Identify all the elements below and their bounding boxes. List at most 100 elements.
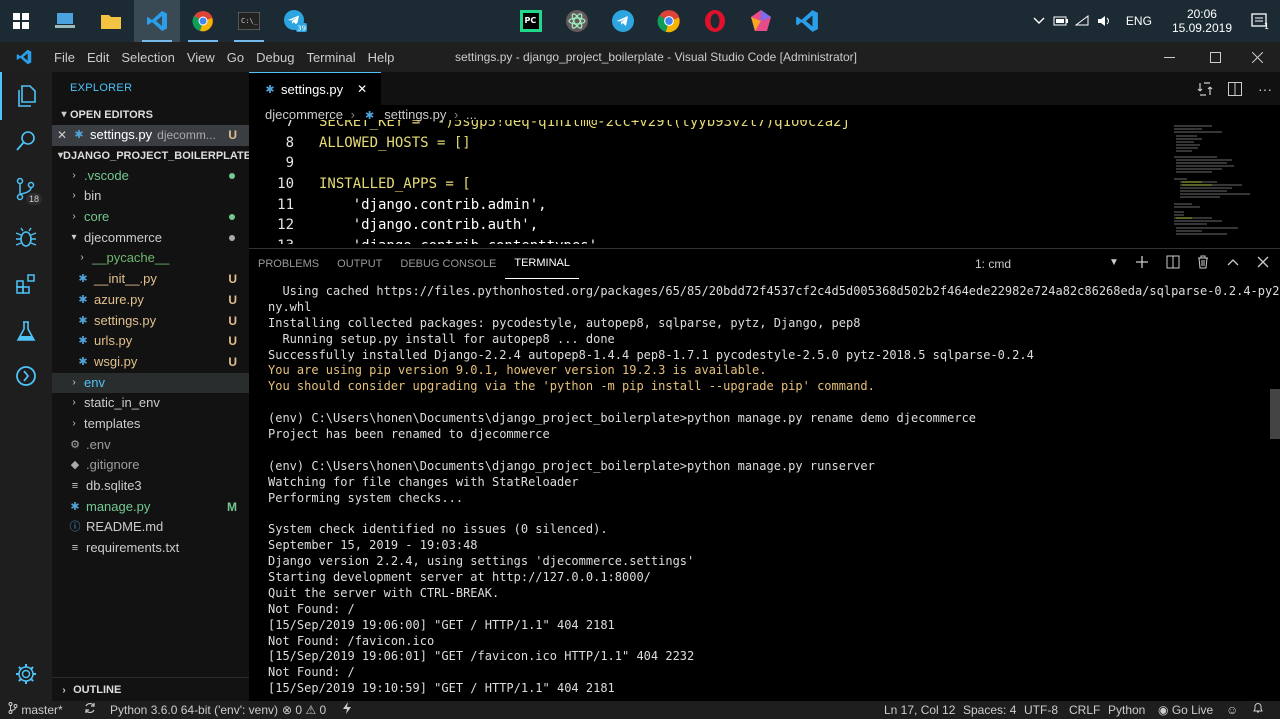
open-changes-icon[interactable]	[1190, 81, 1220, 97]
tree-item[interactable]: ✱ urls.py U	[52, 331, 249, 352]
menu-debug[interactable]: Debug	[250, 50, 300, 65]
tree-item[interactable]: ⚙ .env	[52, 435, 249, 456]
terminal-select[interactable]: 1: cmd	[975, 257, 1011, 271]
cmd-icon[interactable]: C:\_	[226, 0, 272, 42]
menu-file[interactable]: File	[48, 50, 81, 65]
new-terminal-icon[interactable]	[1135, 255, 1149, 272]
menu-view[interactable]: View	[181, 50, 221, 65]
lightning-icon[interactable]	[342, 702, 352, 718]
tab-debug-console[interactable]: DEBUG CONSOLE	[391, 249, 505, 279]
minimize-button[interactable]	[1146, 42, 1192, 72]
atom-icon[interactable]	[554, 0, 600, 42]
tab-problems[interactable]: PROBLEMS	[249, 249, 328, 279]
tree-item[interactable]: ✱ __init__.py U	[52, 269, 249, 290]
close-tab-icon[interactable]: ✕	[357, 82, 367, 96]
battery-icon[interactable]	[1050, 0, 1072, 42]
menu-terminal[interactable]: Terminal	[300, 50, 361, 65]
split-editor-icon[interactable]	[1220, 81, 1250, 97]
tree-item[interactable]: ≡ requirements.txt	[52, 538, 249, 559]
close-icon[interactable]: ✕	[52, 125, 72, 146]
maximize-panel-icon[interactable]	[1226, 255, 1240, 272]
telegram-icon[interactable]	[600, 0, 646, 42]
tree-item[interactable]: › env	[52, 372, 249, 394]
menu-help[interactable]: Help	[362, 50, 401, 65]
opera-icon[interactable]	[692, 0, 738, 42]
extensions-icon[interactable]	[0, 260, 52, 308]
go-live-button[interactable]: ◉ Go Live	[1158, 702, 1213, 718]
tree-item[interactable]: › core	[52, 207, 249, 228]
windows-start-icon[interactable]	[0, 0, 42, 42]
tab-settings[interactable]: ✱ settings.py ✕	[249, 72, 382, 105]
search-icon[interactable]	[0, 117, 52, 165]
terminal-scrollbar[interactable]	[1270, 389, 1280, 439]
open-editor-settings[interactable]: ✕ ✱ settings.py djecomm... U	[52, 125, 249, 146]
explorer-icon[interactable]	[0, 72, 52, 120]
more-actions-icon[interactable]: ···	[1250, 81, 1280, 97]
minimap[interactable]	[1172, 124, 1252, 248]
tree-item[interactable]: ≡ db.sqlite3	[52, 476, 249, 497]
terminal-output[interactable]: Using cached https://files.pythonhosted.…	[268, 284, 1280, 697]
language-indicator[interactable]: ENG	[1116, 14, 1162, 28]
cursor-position[interactable]: Ln 17, Col 12	[884, 702, 955, 718]
tree-item-label: wsgi.py	[94, 353, 138, 369]
tree-item[interactable]: › templates	[52, 414, 249, 435]
indentation[interactable]: Spaces: 4	[963, 702, 1016, 718]
wifi-icon[interactable]	[1072, 0, 1094, 42]
settings-gear-icon[interactable]	[0, 650, 52, 698]
live-share-icon[interactable]	[0, 352, 52, 400]
close-panel-icon[interactable]	[1256, 255, 1270, 272]
vscode-icon[interactable]	[134, 0, 180, 42]
test-flask-icon[interactable]	[0, 308, 52, 356]
tree-item[interactable]: ✱ manage.py M	[52, 497, 249, 518]
maximize-button[interactable]	[1192, 42, 1238, 72]
file-explorer-icon[interactable]	[88, 0, 134, 42]
tree-item[interactable]: › __pycache__	[52, 248, 249, 269]
tab-output[interactable]: OUTPUT	[328, 249, 391, 279]
tab-terminal[interactable]: TERMINAL	[505, 249, 579, 279]
tree-item[interactable]: › static_in_env	[52, 393, 249, 414]
python-interpreter[interactable]: Python 3.6.0 64-bit ('env': venv)	[110, 702, 278, 718]
menu-selection[interactable]: Selection	[115, 50, 180, 65]
vscode-icon[interactable]	[784, 0, 830, 42]
trash-icon[interactable]	[1196, 255, 1210, 272]
pc-icon[interactable]	[42, 0, 88, 42]
system-tray: ENG 20:06 15.09.2019 1	[1028, 0, 1280, 42]
tree-item[interactable]: ▾ djecommerce	[52, 228, 249, 249]
debug-icon[interactable]	[0, 213, 52, 261]
tree-item[interactable]: › .vscode	[52, 166, 249, 187]
chrome-icon[interactable]	[180, 0, 226, 42]
open-editors-section[interactable]: ▾ OPEN EDITORS	[52, 105, 249, 125]
close-window-button[interactable]	[1234, 42, 1280, 72]
tree-item[interactable]: › bin	[52, 186, 249, 207]
split-terminal-icon[interactable]	[1166, 255, 1180, 272]
language-mode[interactable]: Python	[1108, 702, 1145, 718]
tree-item[interactable]: ✱ settings.py U	[52, 311, 249, 332]
tab-label: settings.py	[281, 81, 344, 97]
notifications-bell-icon[interactable]	[1252, 702, 1264, 718]
encoding[interactable]: UTF-8	[1024, 702, 1058, 718]
volume-icon[interactable]	[1094, 0, 1116, 42]
menu-go[interactable]: Go	[221, 50, 250, 65]
tree-item[interactable]: ⓘ README.md	[52, 517, 249, 538]
tree-item[interactable]: ✱ wsgi.py U	[52, 352, 249, 373]
chrome-icon[interactable]	[646, 0, 692, 42]
outline-section[interactable]: › OUTLINE	[52, 677, 249, 701]
clock[interactable]: 20:06 15.09.2019	[1162, 7, 1242, 35]
sync-icon[interactable]	[84, 702, 96, 718]
pycharm-icon[interactable]: PC	[508, 0, 554, 42]
menu-edit[interactable]: Edit	[81, 50, 115, 65]
feedback-icon[interactable]: ☺	[1226, 702, 1238, 718]
tree-item[interactable]: ✱ azure.py U	[52, 290, 249, 311]
chevron-down-icon[interactable]: ▼	[1109, 257, 1119, 268]
telegram-icon[interactable]: 39	[272, 0, 318, 42]
gem-icon[interactable]	[738, 0, 784, 42]
line-endings[interactable]: CRLF	[1069, 702, 1100, 718]
chevron-up-icon[interactable]	[1028, 0, 1050, 42]
problems-status[interactable]: ⊗ 0 ⚠ 0	[282, 702, 326, 718]
tree-item[interactable]: ◆ .gitignore	[52, 455, 249, 476]
source-control-icon[interactable]: 18	[0, 165, 52, 213]
notification-icon[interactable]: 1	[1242, 0, 1280, 42]
project-section[interactable]: ▾ DJANGO_PROJECT_BOILERPLATE	[52, 146, 251, 166]
code-editor[interactable]: 7 SECRET_KEY = '-)5sgp5!deq-q1n1tm@-2cc+v…	[249, 120, 1280, 244]
branch-status[interactable]: master*	[8, 702, 63, 718]
